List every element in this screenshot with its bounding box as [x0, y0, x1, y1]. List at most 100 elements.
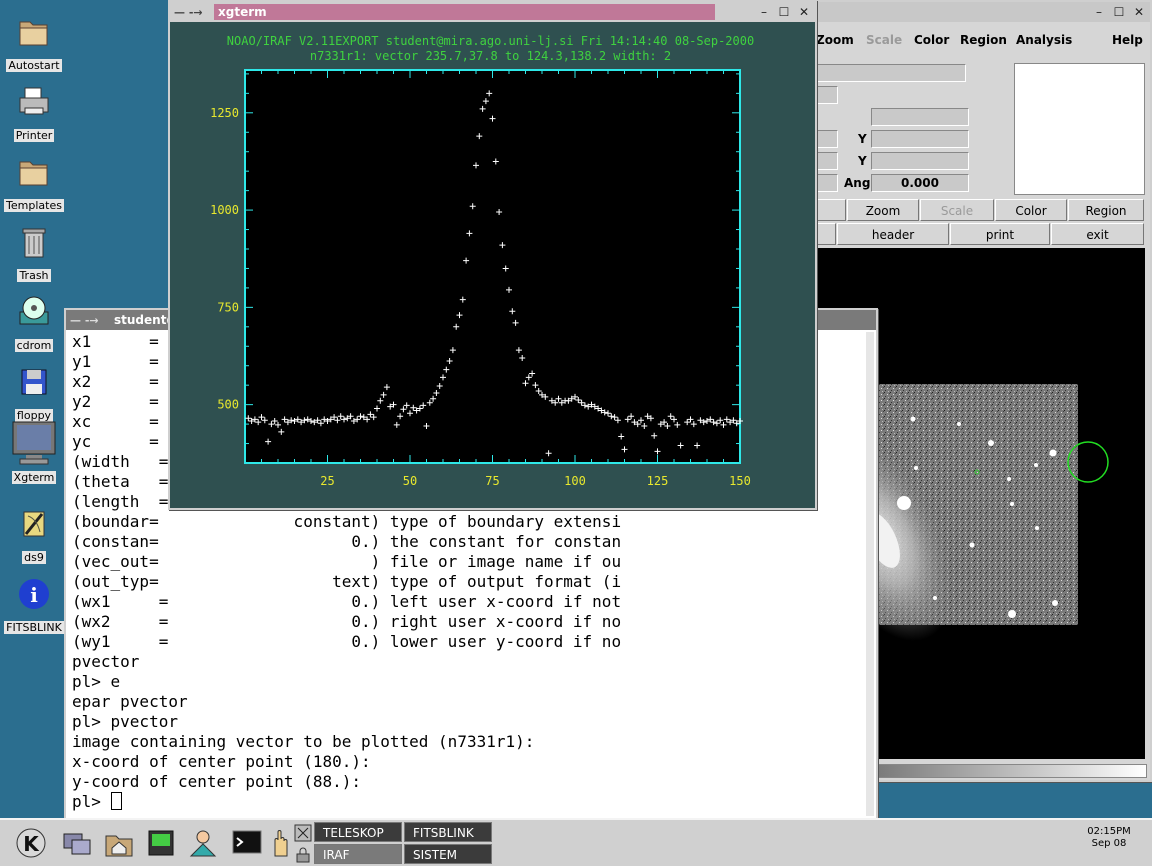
terminal-line: pl>: [72, 792, 870, 812]
ds9-angle-label: Ang: [844, 176, 871, 190]
terminal-line: x-coord of center point (180.):: [72, 752, 371, 771]
maximize-icon[interactable]: ☐: [775, 4, 793, 20]
ds9-button-exit[interactable]: exit: [1051, 223, 1144, 245]
plot-frame: [244, 69, 741, 464]
folder-icon: [19, 161, 48, 186]
ds9-wcs-y-field: [871, 130, 969, 148]
terminal-line: (out_typ= text) type of output format (i: [72, 572, 622, 591]
window-list-icon[interactable]: [60, 826, 94, 860]
desktop-icon-autostart[interactable]: Autostart: [0, 14, 68, 73]
desktop-icon-templates[interactable]: Templates: [0, 154, 68, 213]
desktop-icon-floppy[interactable]: floppy: [0, 364, 68, 423]
terminal-line: pvector: [72, 652, 140, 671]
clock[interactable]: 02:15PM Sep 08: [1070, 826, 1148, 850]
text-cursor: [110, 792, 122, 810]
ds9-value-field: [816, 86, 838, 104]
desktop-tab-sistem[interactable]: SISTEM: [404, 844, 492, 864]
desktop-icon-label: ds9: [22, 551, 46, 564]
ds9-button-scale[interactable]: Scale: [920, 199, 994, 221]
clock-date: Sep 08: [1091, 838, 1127, 849]
x-tick-label: 125: [647, 474, 669, 488]
desktop-icon-trash[interactable]: Trash: [0, 224, 68, 283]
ds9-y-label: Y: [858, 132, 867, 146]
ds9-button-header[interactable]: header: [837, 223, 949, 245]
ds9-menu-zoom[interactable]: Zoom: [816, 33, 854, 47]
desktop-icon-ds9[interactable]: ds9: [0, 506, 68, 565]
ds9-image-y-field: [871, 152, 969, 170]
kde-menu-icon[interactable]: K: [14, 826, 48, 860]
ds9-object-field: [816, 64, 966, 82]
folder-icon: [19, 21, 48, 46]
desktop-tab-teleskop[interactable]: TELESKOP: [314, 822, 402, 842]
ds9-menu-region[interactable]: Region: [960, 33, 1007, 47]
x-tick-label: 75: [485, 474, 499, 488]
terminal-scrollbar[interactable]: [866, 332, 874, 816]
desktop-tab-iraf[interactable]: IRAF: [314, 844, 402, 864]
y-tick-label: 1250: [210, 106, 239, 120]
plot-header-line2: n7331r1: vector 235.7,37.8 to 124.3,138.…: [309, 49, 672, 63]
desktop-icon-xgterm[interactable]: Xgterm: [0, 420, 68, 485]
ds9-button-region[interactable]: Region: [1068, 199, 1144, 221]
desktop-tab-fitsblink[interactable]: FITSBLINK: [404, 822, 492, 842]
terminal-line: pl> pvector: [72, 712, 178, 731]
ds9-button-print[interactable]: print: [950, 223, 1050, 245]
desktop-icon-cdrom[interactable]: cdrom: [0, 294, 68, 353]
ds9-button-color[interactable]: Color: [995, 199, 1067, 221]
vector-plot: 25 50 75 100 125 150 500 750 1000 1250: [210, 69, 751, 488]
ds9-y-label: Y: [858, 154, 867, 168]
info-icon: i: [19, 579, 49, 609]
terminal-line: image containing vector to be plotted (n…: [72, 732, 535, 751]
ds9-menu-scale[interactable]: Scale: [866, 33, 902, 47]
x-tick-label: 100: [564, 474, 586, 488]
ds9-button-zoom[interactable]: Zoom: [847, 199, 919, 221]
terminal-line: (constan= 0.) the constant for constan: [72, 532, 622, 551]
ds9-btn-partial2[interactable]: [816, 223, 836, 245]
monitor-icon: [12, 421, 56, 465]
x-tick-label: 50: [403, 474, 417, 488]
xgterm-title: xgterm: [214, 4, 715, 20]
ds9-menu-help[interactable]: Help: [1112, 33, 1143, 47]
terminal-line: y-coord of center point (88.):: [72, 772, 361, 791]
minimize-icon[interactable]: –: [1090, 4, 1108, 20]
terminal-line: (wx2 = 0.) right user x-coord if no: [72, 612, 622, 631]
desktop-icon-label: cdrom: [14, 339, 54, 352]
minimize-icon[interactable]: –: [755, 4, 773, 20]
help-icon[interactable]: [186, 826, 220, 860]
hand-icon[interactable]: [270, 826, 294, 860]
ds9-zoom-field: [816, 174, 838, 192]
ds9-wcs-x-field: [816, 130, 838, 148]
ds9-btn-partial[interactable]: [816, 199, 846, 221]
close-desktop-icon[interactable]: [294, 824, 312, 842]
taskbar: K TELESKOP FITSBLINK IRAF SISTEM 02:15PM…: [0, 818, 1152, 866]
ds9-menu-analysis[interactable]: Analysis: [1016, 33, 1072, 47]
window-menu-icon[interactable]: — -→: [170, 6, 214, 19]
terminal-line: (wy1 = 0.) lower user y-coord if no: [72, 632, 622, 651]
home-folder-icon[interactable]: [102, 826, 136, 860]
console-icon[interactable]: [230, 826, 264, 860]
xgterm-titlebar[interactable]: — -→ xgterm – ☐ ✕: [170, 2, 815, 22]
terminal-line: pl> e: [72, 672, 121, 691]
printer-icon: [19, 87, 49, 115]
x-tick-label: 25: [320, 474, 334, 488]
clock-time: 02:15PM: [1087, 826, 1131, 837]
xgterm-window: — -→ xgterm – ☐ ✕ NOAO/IRAF V2.11EXPORT …: [168, 0, 817, 510]
plot-header: NOAO/IRAF V2.11EXPORT student@mira.ago.u…: [170, 34, 811, 64]
ds9-menu-color[interactable]: Color: [914, 33, 949, 47]
maximize-icon[interactable]: ☐: [1110, 4, 1128, 20]
desktop-icon-label: FITSBLINK: [4, 621, 64, 634]
window-menu-icon[interactable]: — -→: [66, 314, 110, 327]
terminal-line: epar pvector: [72, 692, 188, 711]
desktop-icon-fitsblink[interactable]: i FITSBLINK: [0, 576, 68, 635]
close-icon[interactable]: ✕: [795, 4, 813, 20]
terminal-app-icon[interactable]: [144, 826, 178, 860]
desktop-icon-label: Autostart: [6, 59, 62, 72]
desktop-icon-printer[interactable]: Printer: [0, 84, 68, 143]
ds9-magnifier: [1014, 63, 1145, 195]
floppy-icon: [21, 369, 47, 395]
desktop-icon-label: Trash: [17, 269, 51, 282]
close-icon[interactable]: ✕: [1130, 4, 1148, 20]
lock-icon[interactable]: [294, 846, 312, 864]
y-tick-label: 1000: [210, 203, 239, 217]
ds9-angle-value: 0.000: [871, 174, 969, 192]
trash-icon: [22, 228, 46, 258]
